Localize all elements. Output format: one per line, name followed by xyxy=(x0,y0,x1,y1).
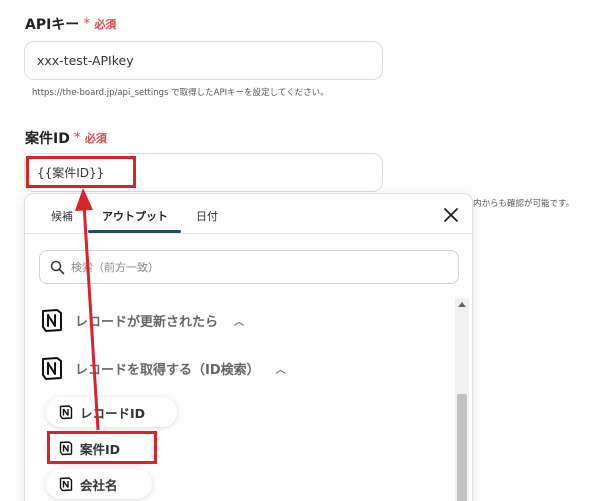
api-key-value: xxx-test-APIkey xyxy=(37,53,134,68)
section-record-updated[interactable]: レコードが更新されたら ︿ xyxy=(39,307,244,333)
panel-tabs: 候補 アウトプット 日付 xyxy=(25,194,472,234)
notion-icon xyxy=(59,405,73,420)
search-field[interactable] xyxy=(39,250,459,284)
project-id-hint-tail: 内からも確認が可能です。 xyxy=(473,199,575,209)
notion-icon xyxy=(42,357,62,380)
project-id-label: 案件ID xyxy=(25,131,70,147)
output-picker-panel: 候補 アウトプット 日付 レコードが更新されたら ︿ レコードを取得する（ID検… xyxy=(24,193,473,501)
close-icon[interactable] xyxy=(440,204,462,226)
output-item-record-id[interactable]: レコードID xyxy=(46,397,177,427)
required-text: 必須 xyxy=(84,132,107,145)
project-id-label-row: 案件ID * 必須 xyxy=(25,128,107,148)
section-title: レコードが更新されたら xyxy=(75,314,219,330)
scroll-up-arrow-icon[interactable] xyxy=(458,302,466,307)
project-id-token-highlight[interactable]: {{案件ID}} xyxy=(26,156,136,188)
scrollbar-thumb[interactable] xyxy=(457,394,467,501)
api-key-label-row: APIキー * 必須 xyxy=(25,14,116,34)
api-key-label: APIキー xyxy=(25,17,80,33)
tab-candidates[interactable]: 候補 xyxy=(51,208,73,224)
active-tab-indicator xyxy=(88,230,181,233)
notion-icon xyxy=(42,309,62,332)
api-key-hint: https://the-board.jp/api_settings で取得したA… xyxy=(32,88,329,98)
item-highlight-box xyxy=(47,431,157,464)
search-icon xyxy=(50,260,65,274)
section-get-record-by-id[interactable]: レコードを取得する（ID検索） ︿ xyxy=(39,355,286,381)
search-input[interactable] xyxy=(71,260,431,274)
item-label: レコードID xyxy=(80,405,146,421)
notion-icon xyxy=(59,477,73,492)
api-key-input[interactable]: xxx-test-APIkey xyxy=(24,41,383,80)
required-text: 必須 xyxy=(94,18,117,31)
chevron-up-icon[interactable]: ︿ xyxy=(276,361,286,376)
project-id-value: {{案件ID}} xyxy=(37,165,105,180)
chevron-up-icon[interactable]: ︿ xyxy=(234,313,244,328)
output-item-company-name[interactable]: 会社名 xyxy=(46,469,152,499)
required-mark: * xyxy=(73,130,81,146)
tab-date[interactable]: 日付 xyxy=(196,208,218,224)
tab-output[interactable]: アウトプット xyxy=(102,208,168,224)
required-mark: * xyxy=(83,16,91,32)
item-label: 会社名 xyxy=(80,477,118,493)
section-title: レコードを取得する（ID検索） xyxy=(75,362,260,378)
